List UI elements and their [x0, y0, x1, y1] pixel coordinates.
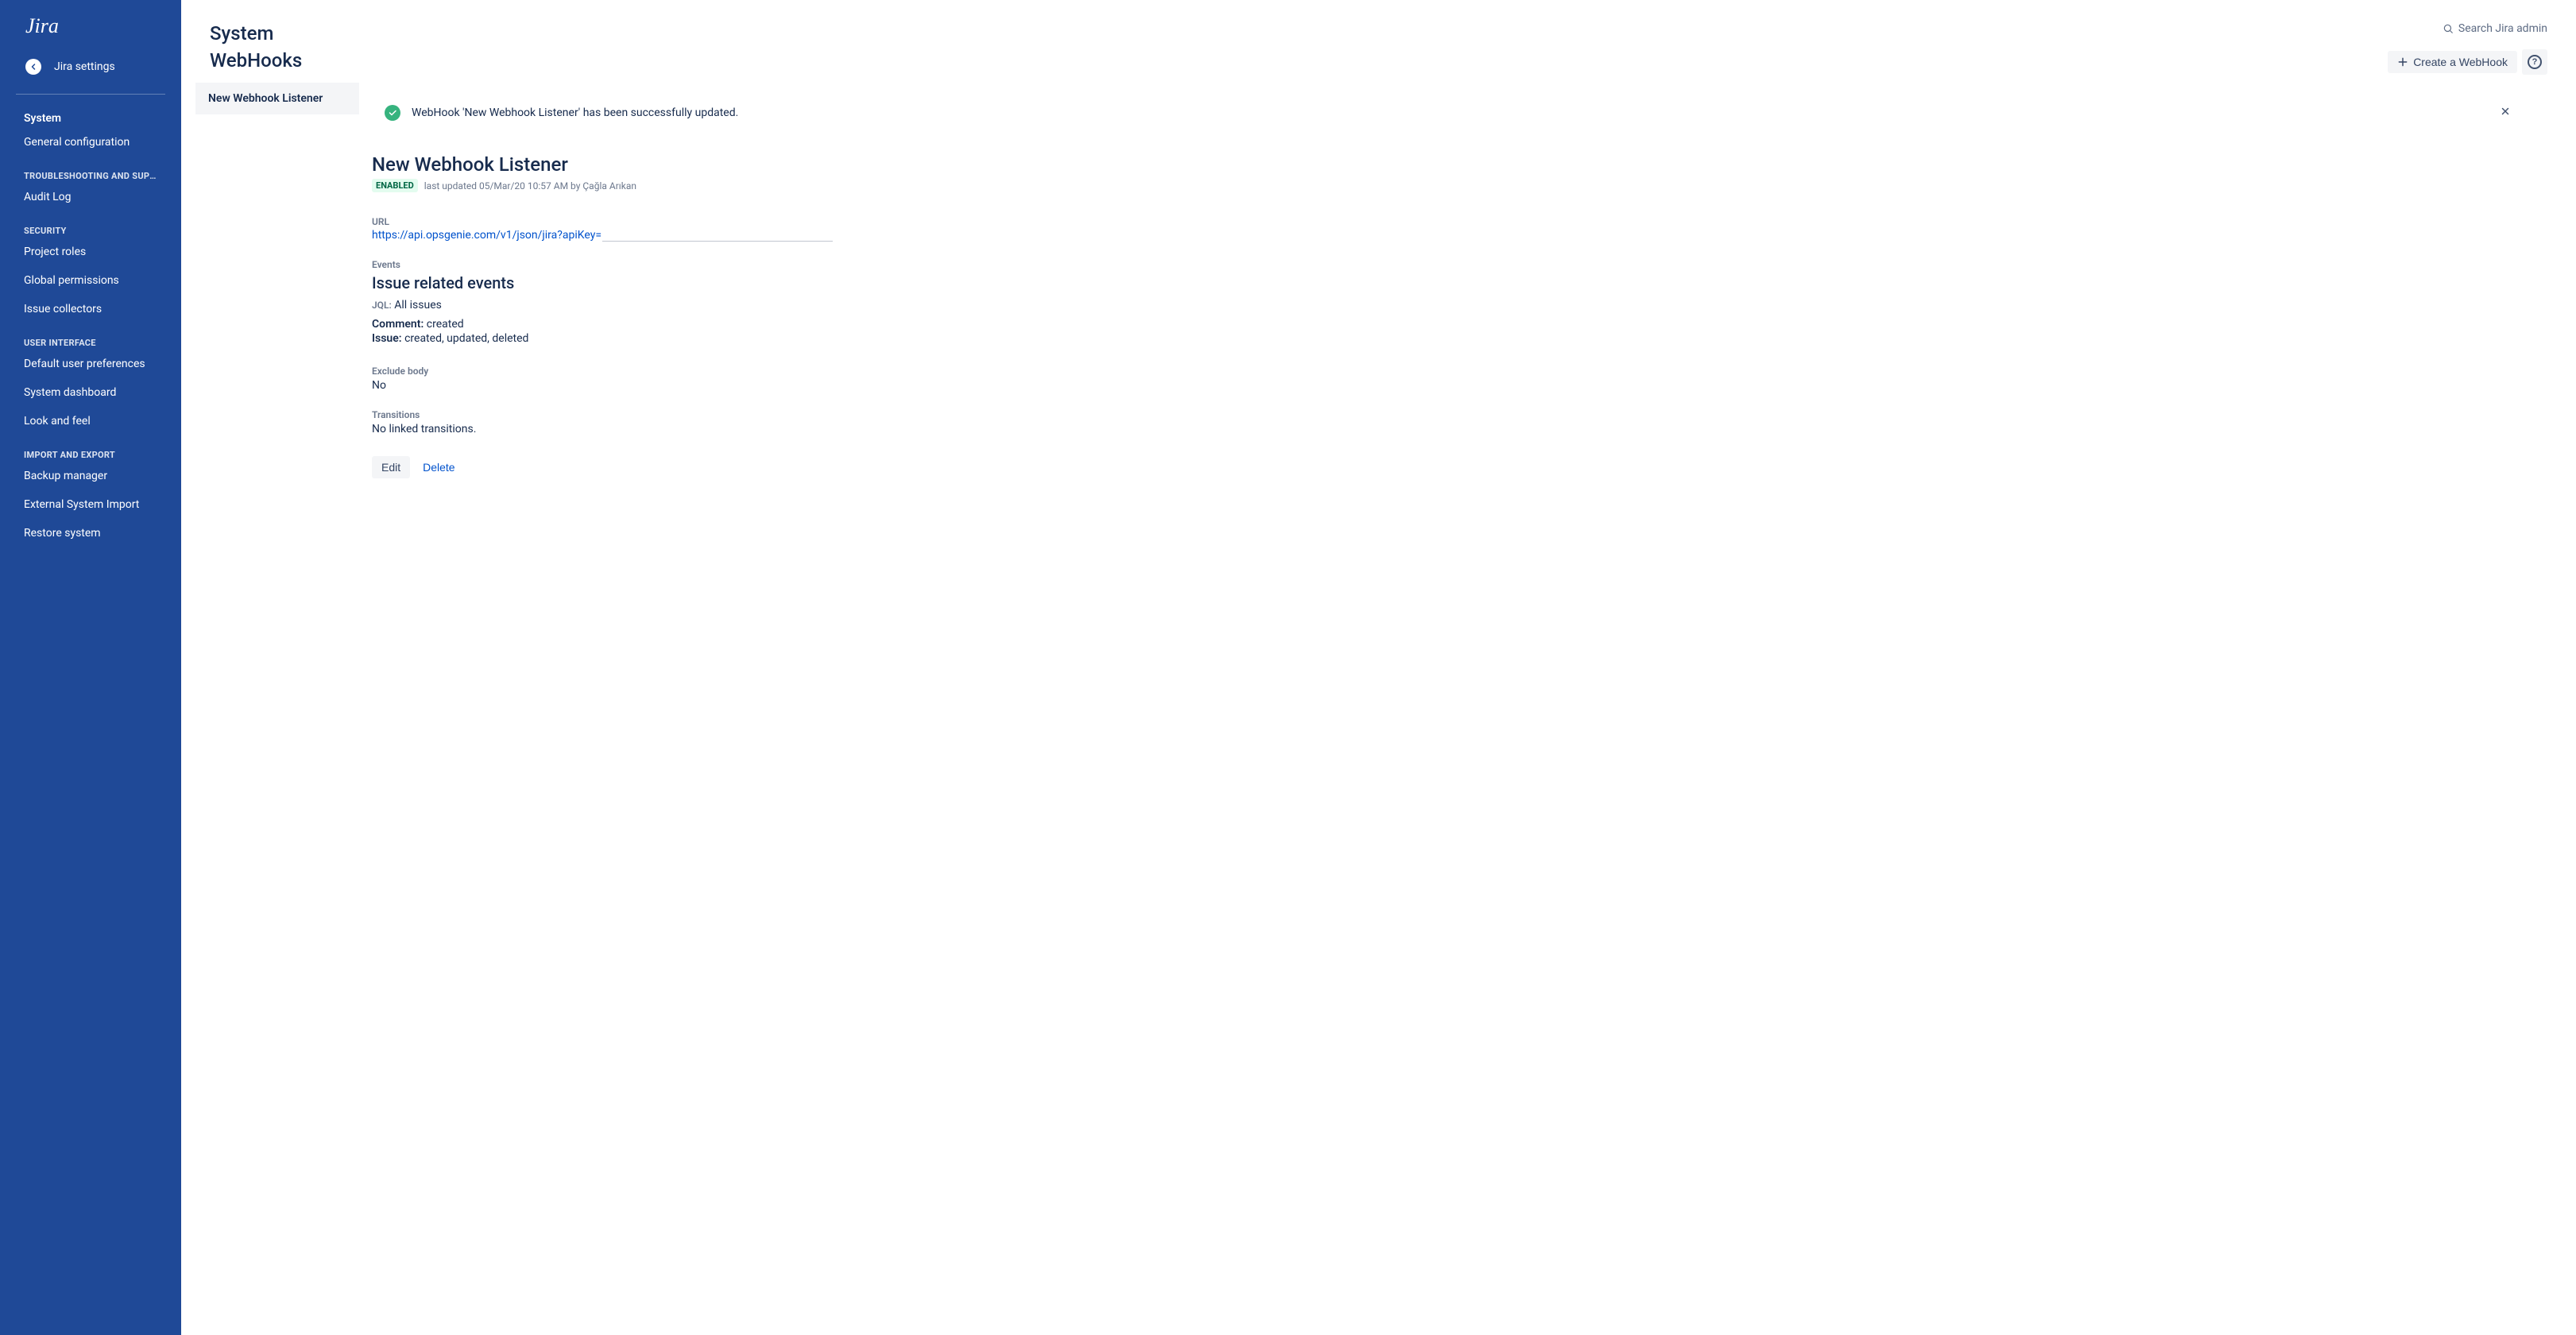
transitions-section: Transitions No linked transitions. [372, 409, 2547, 435]
jql-label: JQL: [372, 300, 392, 311]
sidebar-section-title[interactable]: System [0, 104, 181, 128]
url-section: URL https://api.opsgenie.com/v1/json/jir… [372, 216, 2547, 242]
app-logo: Jira [0, 0, 181, 46]
events-group-title: Issue related events [372, 273, 2547, 292]
webhook-url-link[interactable]: https://api.opsgenie.com/v1/json/jira?ap… [372, 229, 601, 242]
events-section: Events Issue related events JQL: All iss… [372, 259, 2547, 345]
alert-close-button[interactable] [2500, 103, 2511, 122]
create-webhook-button[interactable]: Create a WebHook [2388, 51, 2517, 73]
url-masked-segment [602, 229, 833, 242]
nav-project-roles[interactable]: Project roles [0, 238, 181, 266]
nav-heading-ui: USER INTERFACE [0, 323, 181, 350]
transitions-label: Transitions [372, 409, 2547, 420]
content-row: New Webhook Listener WebHook 'New Webhoo… [181, 83, 2576, 1335]
transitions-value: No linked transitions. [372, 423, 2547, 435]
help-icon: ? [2528, 55, 2542, 69]
admin-search[interactable]: Search Jira admin [2443, 22, 2547, 35]
check-circle-icon [385, 105, 400, 121]
webhook-title: New Webhook Listener [372, 153, 2547, 176]
exclude-body-value: No [372, 379, 2547, 392]
plus-icon [2397, 56, 2408, 68]
page-header: System WebHooks Search Jira admin Create… [181, 0, 2576, 83]
alert-content: WebHook 'New Webhook Listener' has been … [385, 105, 738, 121]
back-arrow-icon [25, 59, 41, 75]
main-content: System WebHooks Search Jira admin Create… [181, 0, 2576, 1335]
success-alert: WebHook 'New Webhook Listener' has been … [372, 94, 2547, 131]
nav-backup-manager[interactable]: Backup manager [0, 462, 181, 490]
jql-value: All issues [394, 299, 442, 312]
sidebar-divider [16, 94, 165, 95]
page-subtitle: WebHooks [210, 49, 302, 72]
event-issue-value: created, updated, deleted [404, 332, 528, 345]
url-label: URL [372, 216, 2547, 227]
nav-heading-import-export: IMPORT AND EXPORT [0, 435, 181, 462]
help-button[interactable]: ? [2522, 49, 2547, 75]
jql-row: JQL: All issues [372, 299, 2547, 312]
last-updated-text: last updated 05/Mar/20 10:57 AM by Çağla… [424, 180, 636, 192]
sidebar: Jira Jira settings System General config… [0, 0, 181, 1335]
webhook-list-item[interactable]: New Webhook Listener [195, 83, 359, 114]
events-label: Events [372, 259, 2547, 270]
exclude-body-section: Exclude body No [372, 366, 2547, 392]
app-root: Jira Jira settings System General config… [0, 0, 2576, 1335]
header-right: Search Jira admin Create a WebHook ? [2388, 22, 2547, 75]
alert-message: WebHook 'New Webhook Listener' has been … [412, 106, 738, 119]
search-icon [2443, 23, 2454, 34]
webhook-list: New Webhook Listener [195, 83, 359, 1335]
nav-audit-log[interactable]: Audit Log [0, 183, 181, 211]
nav-heading-troubleshooting: TROUBLESHOOTING AND SUPP… [0, 157, 181, 183]
header-actions: Create a WebHook ? [2388, 49, 2547, 75]
url-row: https://api.opsgenie.com/v1/json/jira?ap… [372, 229, 2547, 242]
create-webhook-label: Create a WebHook [2413, 56, 2508, 68]
delete-button[interactable]: Delete [420, 456, 458, 478]
back-label: Jira settings [54, 60, 115, 73]
webhook-meta: ENABLED last updated 05/Mar/20 10:57 AM … [372, 179, 2547, 192]
nav-general-configuration[interactable]: General configuration [0, 128, 181, 157]
nav-restore-system[interactable]: Restore system [0, 519, 181, 548]
event-issue-label: Issue: [372, 332, 402, 345]
search-placeholder: Search Jira admin [2458, 22, 2547, 35]
action-row: Edit Delete [372, 456, 2547, 478]
event-row-comment: Comment: created [372, 318, 2547, 331]
event-row-issue: Issue: created, updated, deleted [372, 332, 2547, 345]
page-title: System [210, 22, 302, 44]
event-comment-label: Comment: [372, 318, 424, 331]
nav-global-permissions[interactable]: Global permissions [0, 266, 181, 295]
header-titles: System WebHooks [210, 22, 302, 72]
edit-button[interactable]: Edit [372, 456, 410, 478]
nav-external-system-import[interactable]: External System Import [0, 490, 181, 519]
nav-default-user-prefs[interactable]: Default user preferences [0, 350, 181, 378]
detail-title-row: New Webhook Listener ENABLED last update… [372, 153, 2547, 192]
exclude-body-label: Exclude body [372, 366, 2547, 377]
back-to-settings[interactable]: Jira settings [0, 49, 181, 84]
webhook-detail-pane: WebHook 'New Webhook Listener' has been … [359, 83, 2576, 1335]
nav-issue-collectors[interactable]: Issue collectors [0, 295, 181, 323]
status-badge: ENABLED [372, 179, 418, 192]
nav-system-dashboard[interactable]: System dashboard [0, 378, 181, 407]
close-icon [2500, 106, 2511, 117]
nav-look-and-feel[interactable]: Look and feel [0, 407, 181, 435]
event-comment-value: created [427, 318, 464, 331]
nav-heading-security: SECURITY [0, 211, 181, 238]
